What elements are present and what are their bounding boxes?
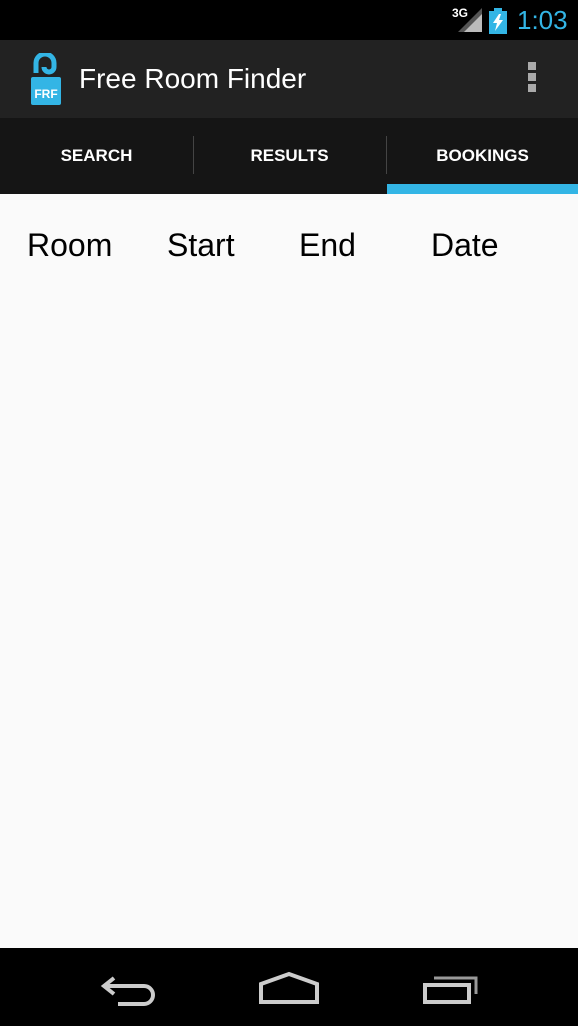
overflow-menu-icon[interactable] [522, 62, 542, 98]
door-hanger-icon[interactable]: FRF [26, 53, 66, 107]
bookings-table: Room Start End Date [0, 194, 578, 948]
column-header-room: Room [27, 227, 113, 263]
tab-search[interactable]: SEARCH [0, 118, 193, 194]
app-title: Free Room Finder [79, 63, 307, 94]
column-header-end: End [299, 227, 356, 263]
action-bar: FRF Free Room Finder [0, 40, 578, 118]
back-icon[interactable] [98, 966, 158, 1010]
signal-icon [458, 8, 482, 32]
home-icon[interactable] [257, 966, 321, 1010]
status-bar: 3G 1:03 [0, 0, 578, 40]
clock: 1:03 [517, 5, 568, 35]
tab-bar: SEARCH RESULTS BOOKINGS [0, 118, 578, 194]
column-header-date: Date [431, 227, 499, 263]
column-header-start: Start [167, 227, 235, 263]
battery-icon [489, 8, 507, 34]
app-icon-text: FRF [34, 87, 57, 101]
tab-bookings[interactable]: BOOKINGS [387, 118, 578, 194]
navigation-bar [0, 948, 578, 1026]
tab-selected-indicator [387, 184, 578, 194]
tab-results[interactable]: RESULTS [193, 118, 386, 194]
recent-apps-icon[interactable] [420, 966, 480, 1010]
